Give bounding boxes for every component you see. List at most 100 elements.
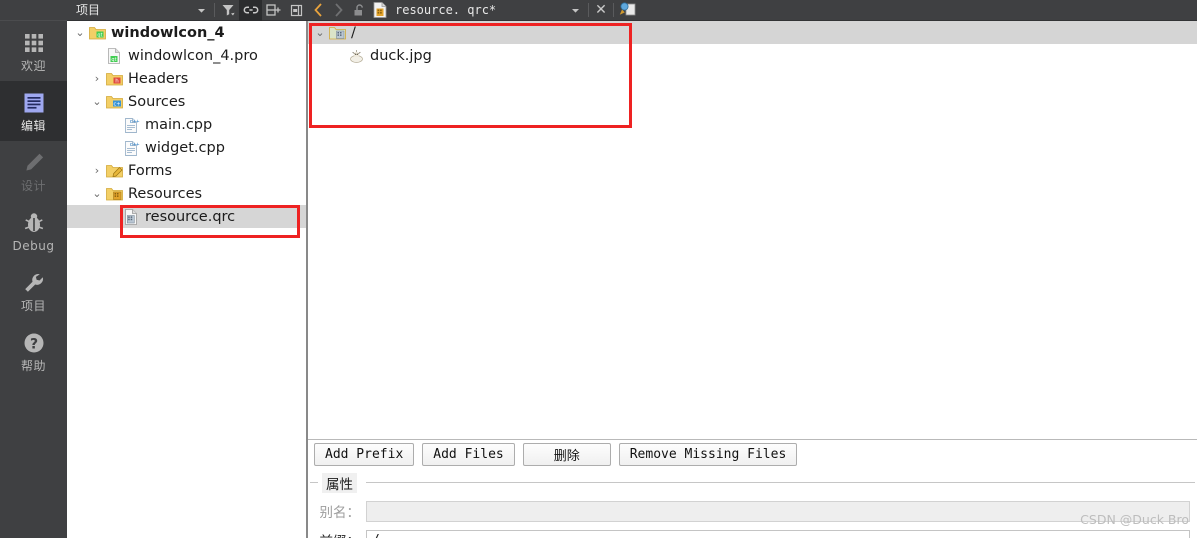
resources-folder-icon bbox=[106, 186, 123, 202]
unlocked-padlock-icon[interactable] bbox=[348, 0, 371, 21]
project-tree-item-main-cpp[interactable]: c++ main.cpp bbox=[67, 113, 307, 136]
add-files-button[interactable]: Add Files bbox=[422, 443, 515, 466]
question-circle-icon: ? bbox=[21, 330, 47, 356]
alias-field-row: 别名： bbox=[310, 500, 1195, 522]
editor-file-name: resource. qrc* bbox=[395, 3, 497, 17]
chevron-twisty-icon[interactable]: › bbox=[88, 73, 106, 84]
project-tree-item-headers[interactable]: › h Headers bbox=[67, 67, 307, 90]
alias-label: 别名： bbox=[319, 505, 361, 521]
pencil-icon bbox=[21, 150, 47, 176]
toolbar-separator bbox=[214, 3, 215, 17]
image-file-icon bbox=[348, 48, 365, 64]
svg-text:qt: qt bbox=[97, 32, 102, 38]
svg-text:c++: c++ bbox=[130, 119, 141, 125]
project-tree-item-label: Resources bbox=[128, 185, 203, 202]
sidebar-item-label: 编辑 bbox=[20, 118, 46, 133]
split-editor-icon[interactable] bbox=[615, 0, 641, 21]
mode-sidebar: 欢迎 编辑 设计 Debug 项目 ? 帮助 bbox=[0, 0, 67, 538]
project-tree-item-resource-qrc[interactable]: resource.qrc bbox=[67, 205, 307, 228]
remove-missing-files-button[interactable]: Remove Missing Files bbox=[618, 443, 798, 466]
chevron-down-icon[interactable] bbox=[564, 0, 587, 21]
qrc-file-icon bbox=[123, 208, 140, 225]
wrench-icon bbox=[21, 270, 47, 296]
close-icon[interactable]: ✕ bbox=[590, 2, 612, 18]
chevron-right-icon[interactable] bbox=[328, 0, 348, 21]
resource-tree[interactable]: ⌄ / duck.jpg bbox=[308, 21, 1197, 440]
svg-text:?: ? bbox=[29, 336, 37, 352]
project-tree[interactable]: ⌄ qt windowlcon_4 qt windowlcon_4.pro › h Heade… bbox=[67, 21, 307, 538]
project-tree-item-label: resource.qrc bbox=[145, 208, 236, 225]
sidebar-item-design[interactable]: 设计 bbox=[0, 141, 67, 201]
project-tree-item-sources[interactable]: ⌄ c+ Sources bbox=[67, 90, 307, 113]
cpp-file-icon: c++ bbox=[123, 117, 140, 133]
project-toolbar-title: 项目 bbox=[76, 3, 101, 17]
project-tree-item-widget-cpp[interactable]: c++ widget.cpp bbox=[67, 136, 307, 159]
bug-icon bbox=[21, 210, 47, 236]
qt-pro-file-icon: qt bbox=[106, 47, 123, 64]
prefix-input[interactable]: / bbox=[366, 529, 1190, 538]
sidebar-item-projects[interactable]: 项目 bbox=[0, 261, 67, 321]
chevron-down-icon[interactable] bbox=[190, 0, 213, 21]
sidebar-item-edit[interactable]: 编辑 bbox=[0, 81, 67, 141]
qt-project-folder-icon: qt bbox=[89, 25, 106, 41]
headers-folder-icon: h bbox=[106, 71, 123, 87]
resource-tree-item-label: duck.jpg bbox=[370, 47, 432, 64]
project-tree-item-windowlcon-4-pro[interactable]: qt windowlcon_4.pro bbox=[67, 44, 307, 67]
properties-group-title: 属性 bbox=[322, 473, 357, 493]
toolbar-separator bbox=[588, 3, 589, 17]
project-tree-item-label: Headers bbox=[128, 70, 189, 87]
prefix-field-row: 前缀： / bbox=[310, 529, 1195, 538]
sources-folder-icon: c+ bbox=[106, 94, 123, 110]
project-tree-item-label: windowlcon_4 bbox=[111, 24, 225, 41]
project-tree-item-label: windowlcon_4.pro bbox=[128, 47, 258, 64]
project-tree-item-label: Forms bbox=[128, 162, 173, 179]
chevron-twisty-icon[interactable]: ⌄ bbox=[71, 27, 89, 38]
qrc-file-icon bbox=[371, 0, 389, 21]
link-icon[interactable] bbox=[239, 0, 262, 21]
chevron-twisty-icon[interactable]: ⌄ bbox=[88, 188, 106, 199]
add-prefix-button[interactable]: Add Prefix bbox=[314, 443, 415, 466]
properties-group: 属性 别名： 前缀： / bbox=[310, 473, 1195, 538]
project-tree-item-label: main.cpp bbox=[145, 116, 213, 133]
split-add-icon[interactable] bbox=[262, 0, 285, 21]
resource-tree-item-duck-jpg[interactable]: duck.jpg bbox=[308, 44, 1197, 67]
delete-button[interactable]: 删除 bbox=[522, 443, 611, 466]
sidebar-item-label: 项目 bbox=[20, 298, 46, 313]
filter-icon[interactable] bbox=[216, 0, 239, 21]
project-tree-item-forms[interactable]: › Forms bbox=[67, 159, 307, 182]
svg-text:c++: c++ bbox=[130, 142, 141, 148]
group-border-right bbox=[366, 482, 1195, 483]
prefix-label: 前缀： bbox=[310, 530, 366, 538]
qt-creator-window: 欢迎 编辑 设计 Debug 项目 ? 帮助 项目 resource. qrc*… bbox=[0, 0, 1197, 538]
resource-editor: ⌄ / duck.jpg Add Prefix Add Files 删除 Remove M… bbox=[308, 21, 1197, 538]
watermark: CSDN @Duck Bro bbox=[1080, 512, 1189, 527]
sidebar-item-welcome[interactable]: 欢迎 bbox=[0, 21, 67, 81]
resource-button-row: Add Prefix Add Files 删除 Remove Missing File… bbox=[314, 443, 798, 466]
chevron-twisty-icon[interactable]: ⌄ bbox=[311, 27, 329, 38]
project-tree-item-windowlcon-4[interactable]: ⌄ qt windowlcon_4 bbox=[67, 21, 307, 44]
svg-text:c+: c+ bbox=[114, 101, 121, 107]
project-toolbar: 项目 bbox=[67, 0, 308, 21]
resource-tree-item--[interactable]: ⌄ / bbox=[308, 21, 1197, 44]
sidebar-item-label: Debug bbox=[12, 238, 55, 253]
collapse-panel-icon[interactable] bbox=[285, 0, 308, 21]
project-tree-item-label: Sources bbox=[128, 93, 186, 110]
qrc-prefix-folder-icon bbox=[329, 25, 346, 41]
sidebar-item-label: 帮助 bbox=[20, 358, 46, 373]
project-tree-item-resources[interactable]: ⌄ Resources bbox=[67, 182, 307, 205]
resource-tree-item-label: / bbox=[351, 24, 356, 41]
document-lines-icon bbox=[21, 90, 47, 116]
sidebar-item-debug[interactable]: Debug bbox=[0, 201, 67, 261]
sidebar-item-label: 欢迎 bbox=[20, 58, 46, 73]
svg-text:h: h bbox=[115, 78, 119, 84]
grid-icon bbox=[21, 30, 47, 56]
cpp-file-icon: c++ bbox=[123, 140, 140, 156]
chevron-twisty-icon[interactable]: › bbox=[88, 165, 106, 176]
project-tree-item-label: widget.cpp bbox=[145, 139, 225, 156]
mode-sidebar-spacer bbox=[0, 0, 67, 21]
chevron-twisty-icon[interactable]: ⌄ bbox=[88, 96, 106, 107]
alias-input[interactable] bbox=[366, 500, 1190, 522]
toolbar-separator bbox=[613, 3, 614, 17]
sidebar-item-help[interactable]: ? 帮助 bbox=[0, 321, 67, 381]
chevron-left-icon[interactable] bbox=[308, 0, 328, 21]
